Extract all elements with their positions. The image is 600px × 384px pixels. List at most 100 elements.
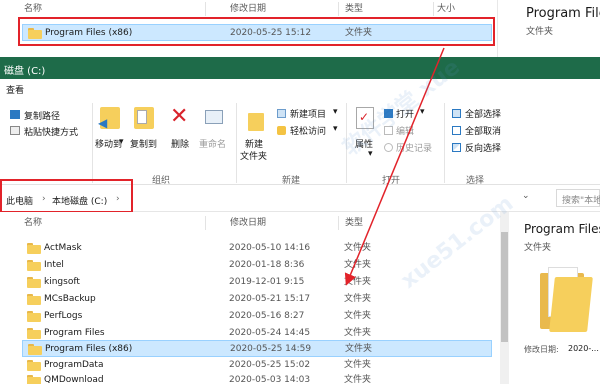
preview-title: Program Files (524, 222, 600, 236)
folder-name: ActMask (44, 243, 82, 253)
select-all-button[interactable]: 全部选择 (465, 107, 501, 120)
modified-value: 2020-... (568, 344, 599, 353)
folder-icon (27, 243, 41, 254)
dropdown-arrow-icon[interactable]: ⌄ (522, 191, 532, 203)
folder-icon (27, 294, 41, 305)
paste-shortcut-icon (10, 126, 20, 135)
copy-path-button[interactable]: 复制路径 (24, 109, 60, 122)
group-label-select: 选择 (466, 176, 485, 186)
group-label-organize: 组织 (152, 176, 171, 186)
column-separator (433, 2, 434, 16)
folder-icon (27, 260, 41, 271)
history-button[interactable]: 历史记录 (396, 141, 432, 154)
top-preview-title: Program File (526, 6, 600, 21)
annotation-box-address (0, 179, 133, 213)
delete-icon: ✕ (170, 104, 189, 129)
group-separator (236, 103, 237, 183)
folder-name: Intel (44, 260, 64, 270)
list-item-selected[interactable]: Program Files (x86) 2020-05-25 14:59 文件夹 (22, 340, 492, 357)
delete-button[interactable]: 删除 (171, 137, 189, 150)
ribbon: 复制路径 粘贴快捷方式 ◀ 移动到 ▾ 复制到 ✕ 删除 重命名 组织 新建 文… (0, 99, 600, 186)
move-to-icon: ◀ (98, 107, 120, 130)
folder-icon (27, 311, 41, 322)
column-separator (338, 2, 339, 16)
folder-type: 文件夹 (344, 375, 372, 384)
folder-type: 文件夹 (344, 243, 372, 253)
rename-button[interactable]: 重命名 (199, 137, 226, 150)
select-none-button[interactable]: 全部取消 (465, 124, 501, 137)
edit-icon (384, 126, 393, 135)
annotation-box-top-row (18, 17, 495, 46)
folder-name: PerfLogs (44, 311, 83, 321)
new-item-button[interactable]: 新建项目 (290, 107, 326, 120)
folder-type: 文件夹 (345, 344, 373, 354)
list-item[interactable]: ActMask 2020-05-10 14:16 文件夹 (22, 240, 492, 257)
history-icon (384, 143, 393, 152)
scrollbar-thumb[interactable] (501, 232, 508, 342)
group-separator (444, 103, 445, 183)
large-folder-icon (540, 267, 593, 332)
folder-date: 2020-05-10 14:16 (229, 243, 311, 253)
column-separator (205, 2, 206, 16)
invert-selection-icon (452, 143, 461, 152)
column-header-type[interactable]: 类型 (345, 214, 363, 232)
list-item[interactable]: MCsBackup 2020-05-21 15:17 文件夹 (22, 291, 492, 308)
folder-name: kingsoft (44, 277, 80, 287)
preview-pane: Program Files 文件夹 修改日期: 2020-... (510, 212, 600, 384)
folder-date: 2020-01-18 8:36 (229, 260, 305, 270)
folder-icon (27, 375, 41, 384)
invert-selection-button[interactable]: 反向选择 (465, 141, 501, 154)
vertical-scrollbar[interactable] (500, 212, 509, 384)
modified-label: 修改日期: (524, 345, 559, 354)
folder-date: 2020-05-16 8:27 (229, 311, 305, 321)
group-label-open: 打开 (382, 176, 401, 186)
column-header-date[interactable]: 修改日期 (230, 0, 266, 18)
folder-icon (27, 328, 41, 339)
easy-access-icon (277, 126, 286, 135)
folder-type: 文件夹 (344, 294, 372, 304)
file-list: 名称 修改日期 类型 ActMask 2020-05-10 14:16 文件夹 … (0, 212, 510, 384)
folder-name: Program Files (x86) (45, 344, 133, 354)
list-item[interactable]: PerfLogs 2020-05-16 8:27 文件夹 (22, 308, 492, 325)
folder-icon (27, 360, 41, 371)
window-title-bar[interactable]: 磁盘 (C:) (0, 57, 600, 79)
new-folder-button-line2[interactable]: 文件夹 (240, 149, 267, 162)
column-header-name[interactable]: 名称 (24, 0, 42, 18)
folder-type: 文件夹 (344, 277, 372, 287)
group-separator (346, 103, 347, 183)
group-label-new: 新建 (282, 176, 301, 186)
search-placeholder: 搜索"本地... (562, 196, 600, 206)
column-header-name[interactable]: 名称 (24, 214, 42, 232)
select-all-icon (452, 109, 461, 118)
folder-name: MCsBackup (44, 294, 96, 304)
folder-type: 文件夹 (344, 311, 372, 321)
top-preview-subtitle: 文件夹 (526, 27, 554, 37)
column-separator (205, 216, 206, 230)
column-header-size[interactable]: 大小 (437, 0, 455, 18)
column-header-date[interactable]: 修改日期 (230, 214, 266, 232)
search-box[interactable]: 搜索"本地... (556, 189, 600, 207)
move-to-button[interactable]: 移动到 (95, 137, 122, 150)
ribbon-tabs: 查看 (0, 79, 600, 99)
window-title: 磁盘 (C:) (4, 66, 46, 77)
list-item[interactable]: QMDownload 2020-05-03 14:03 文件夹 (22, 372, 492, 384)
top-preview-pane: Program File 文件夹 (497, 0, 600, 60)
new-item-icon (277, 109, 286, 118)
column-header-type[interactable]: 类型 (345, 0, 363, 18)
edit-button[interactable]: 编辑 (396, 124, 414, 137)
properties-icon: ✓ (356, 107, 374, 129)
rename-icon (205, 110, 223, 124)
paste-shortcut-button[interactable]: 粘贴快捷方式 (24, 125, 78, 138)
copy-path-icon (10, 110, 20, 119)
tab-view[interactable]: 查看 (6, 83, 24, 96)
list-item[interactable]: kingsoft 2019-12-01 9:15 文件夹 (22, 274, 492, 291)
group-separator (92, 103, 93, 183)
easy-access-button[interactable]: 轻松访问 (290, 124, 326, 137)
folder-icon (28, 344, 42, 355)
list-item[interactable]: Intel 2020-01-18 8:36 文件夹 (22, 257, 492, 274)
copy-to-button[interactable]: 复制到 (130, 137, 157, 150)
folder-date: 2020-05-21 15:17 (229, 294, 311, 304)
new-folder-icon (248, 107, 264, 131)
folder-icon (27, 277, 41, 288)
open-button[interactable]: 打开 (396, 107, 414, 120)
